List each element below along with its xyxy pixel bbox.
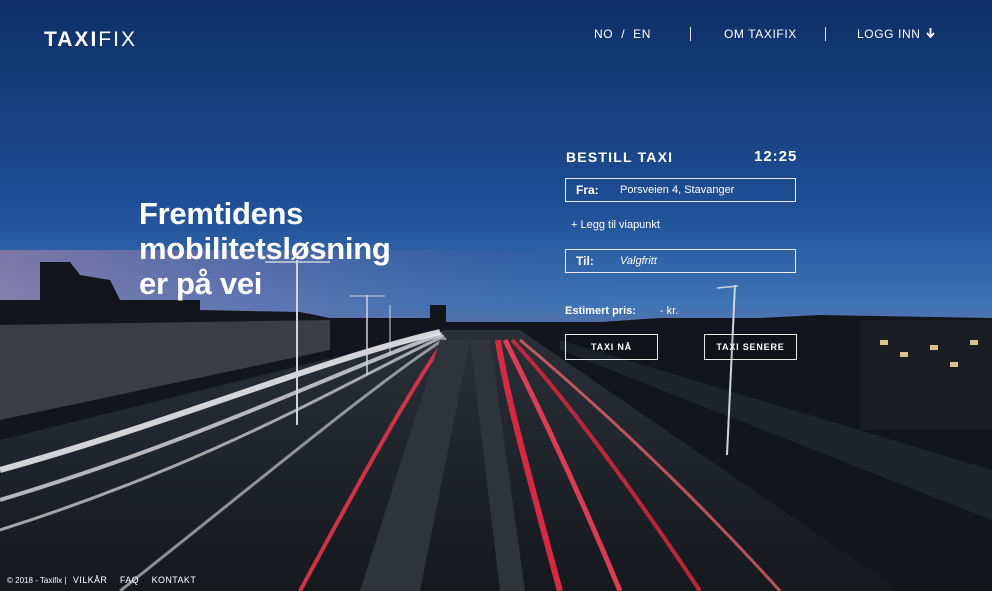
nav-divider [690,27,691,41]
from-value[interactable]: Porsveien 4, Stavanger [620,184,734,196]
booking-title: BESTILL TAXI [566,149,674,165]
hero-line-3: er på vei [139,266,263,301]
booking-time: 12:25 [754,148,798,165]
to-label: Til: [576,254,594,268]
footer-contact-link[interactable]: KONTAKT [152,575,197,585]
nav-about-link[interactable]: OM TAXIFIX [724,27,797,41]
lang-en-link[interactable]: EN [633,27,651,41]
price-label: Estimert pris: [565,305,636,317]
to-field[interactable]: Til: Valgfritt [565,249,796,273]
taxi-later-button[interactable]: TAXI SENERE [704,334,797,360]
logo-taxi-text: TAXI [44,28,99,51]
copyright-text: © 2018 - Taxifix | [7,576,67,585]
taxifix-logo[interactable]: TAXIFIX [44,29,137,51]
footer-terms-link[interactable]: VILKÅR [73,575,107,585]
footer: © 2018 - Taxifix | VILKÅR FAQ KONTAKT [7,575,206,586]
lang-no-link[interactable]: NO [594,27,613,41]
estimated-price: Estimert pris: - kr. [565,305,678,317]
login-label: LOGG INN [857,27,921,41]
arrow-down-icon [926,28,936,42]
hero-line-2: mobilitetsløsning [139,231,391,266]
to-value[interactable]: Valgfritt [620,255,657,267]
footer-faq-link[interactable]: FAQ [120,575,139,585]
lang-separator: / [621,27,626,41]
add-via-point-link[interactable]: + Legg til viapunkt [571,219,660,231]
hero-headline: Fremtidens mobilitetsløsning er på vei [139,196,439,301]
nav-login-link[interactable]: LOGG INN [857,27,936,42]
language-switcher: NO / EN [594,27,651,41]
taxi-now-button[interactable]: TAXI NÅ [565,334,658,360]
price-value: - kr. [659,305,679,317]
from-field[interactable]: Fra: Porsveien 4, Stavanger [565,178,796,202]
from-label: Fra: [576,183,599,197]
nav-divider [825,27,826,41]
hero-line-1: Fremtidens [139,196,304,231]
logo-fix-text: FIX [98,28,137,51]
